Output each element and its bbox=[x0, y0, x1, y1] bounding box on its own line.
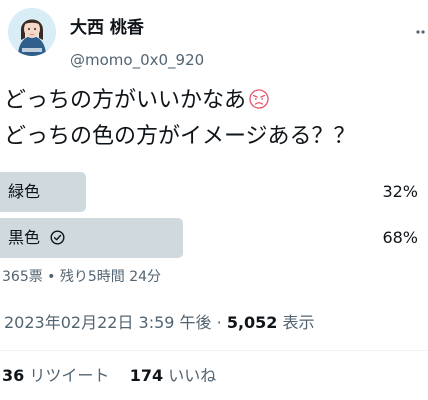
tweet-line-2: どっちの色の方がイメージある？？ bbox=[4, 124, 356, 149]
tweet-datetime[interactable]: 2023年02月22日 3:59 午後 bbox=[4, 313, 212, 332]
timestamp-separator: · bbox=[211, 313, 227, 332]
likes-count[interactable]: 174 bbox=[130, 366, 163, 385]
more-options-icon[interactable] bbox=[416, 22, 428, 42]
tweet-line-1-text: どっちの方がいいかなあ bbox=[4, 88, 247, 113]
retweets-label[interactable]: リツイート bbox=[29, 366, 109, 385]
poll-option-2-label: 黒色 bbox=[8, 228, 41, 247]
user-handle[interactable]: @momo_0x0_920 bbox=[70, 50, 204, 70]
poll-option-2-percent: 68% bbox=[382, 228, 418, 247]
poll-option-2: 黒色 68% bbox=[0, 218, 428, 258]
tweet-text: どっちの方がいいかなあ どっちの色の方がイメージある？？ bbox=[4, 84, 428, 153]
poll-meta: 365票 • 残り5時間 24分 bbox=[2, 269, 162, 285]
poll-option-1-label: 緑色 bbox=[8, 182, 41, 201]
person-avatar-icon bbox=[8, 8, 56, 56]
divider bbox=[0, 350, 428, 351]
timestamp-row: 2023年02月22日 3:59 午後 · 5,052 表示 bbox=[4, 312, 315, 334]
views-label: 表示 bbox=[282, 313, 315, 332]
views-count: 5,052 bbox=[226, 313, 278, 332]
poll-option-1-percent: 32% bbox=[382, 182, 418, 201]
pouting-face-emoji-icon bbox=[248, 87, 270, 120]
avatar[interactable] bbox=[8, 8, 56, 56]
likes-label[interactable]: いいね bbox=[168, 366, 216, 385]
retweets-count[interactable]: 36 bbox=[2, 366, 24, 385]
poll-option-2-label-wrap: 黒色 bbox=[8, 227, 65, 251]
display-name[interactable]: 大西 桃香 bbox=[70, 17, 144, 39]
tweet-line-1: どっちの方がいいかなあ bbox=[4, 84, 428, 120]
engagement-stats: 36 リツイート 174 いいね bbox=[2, 365, 216, 387]
poll-option-1: 緑色 32% bbox=[0, 172, 428, 212]
check-circle-icon bbox=[50, 229, 65, 251]
